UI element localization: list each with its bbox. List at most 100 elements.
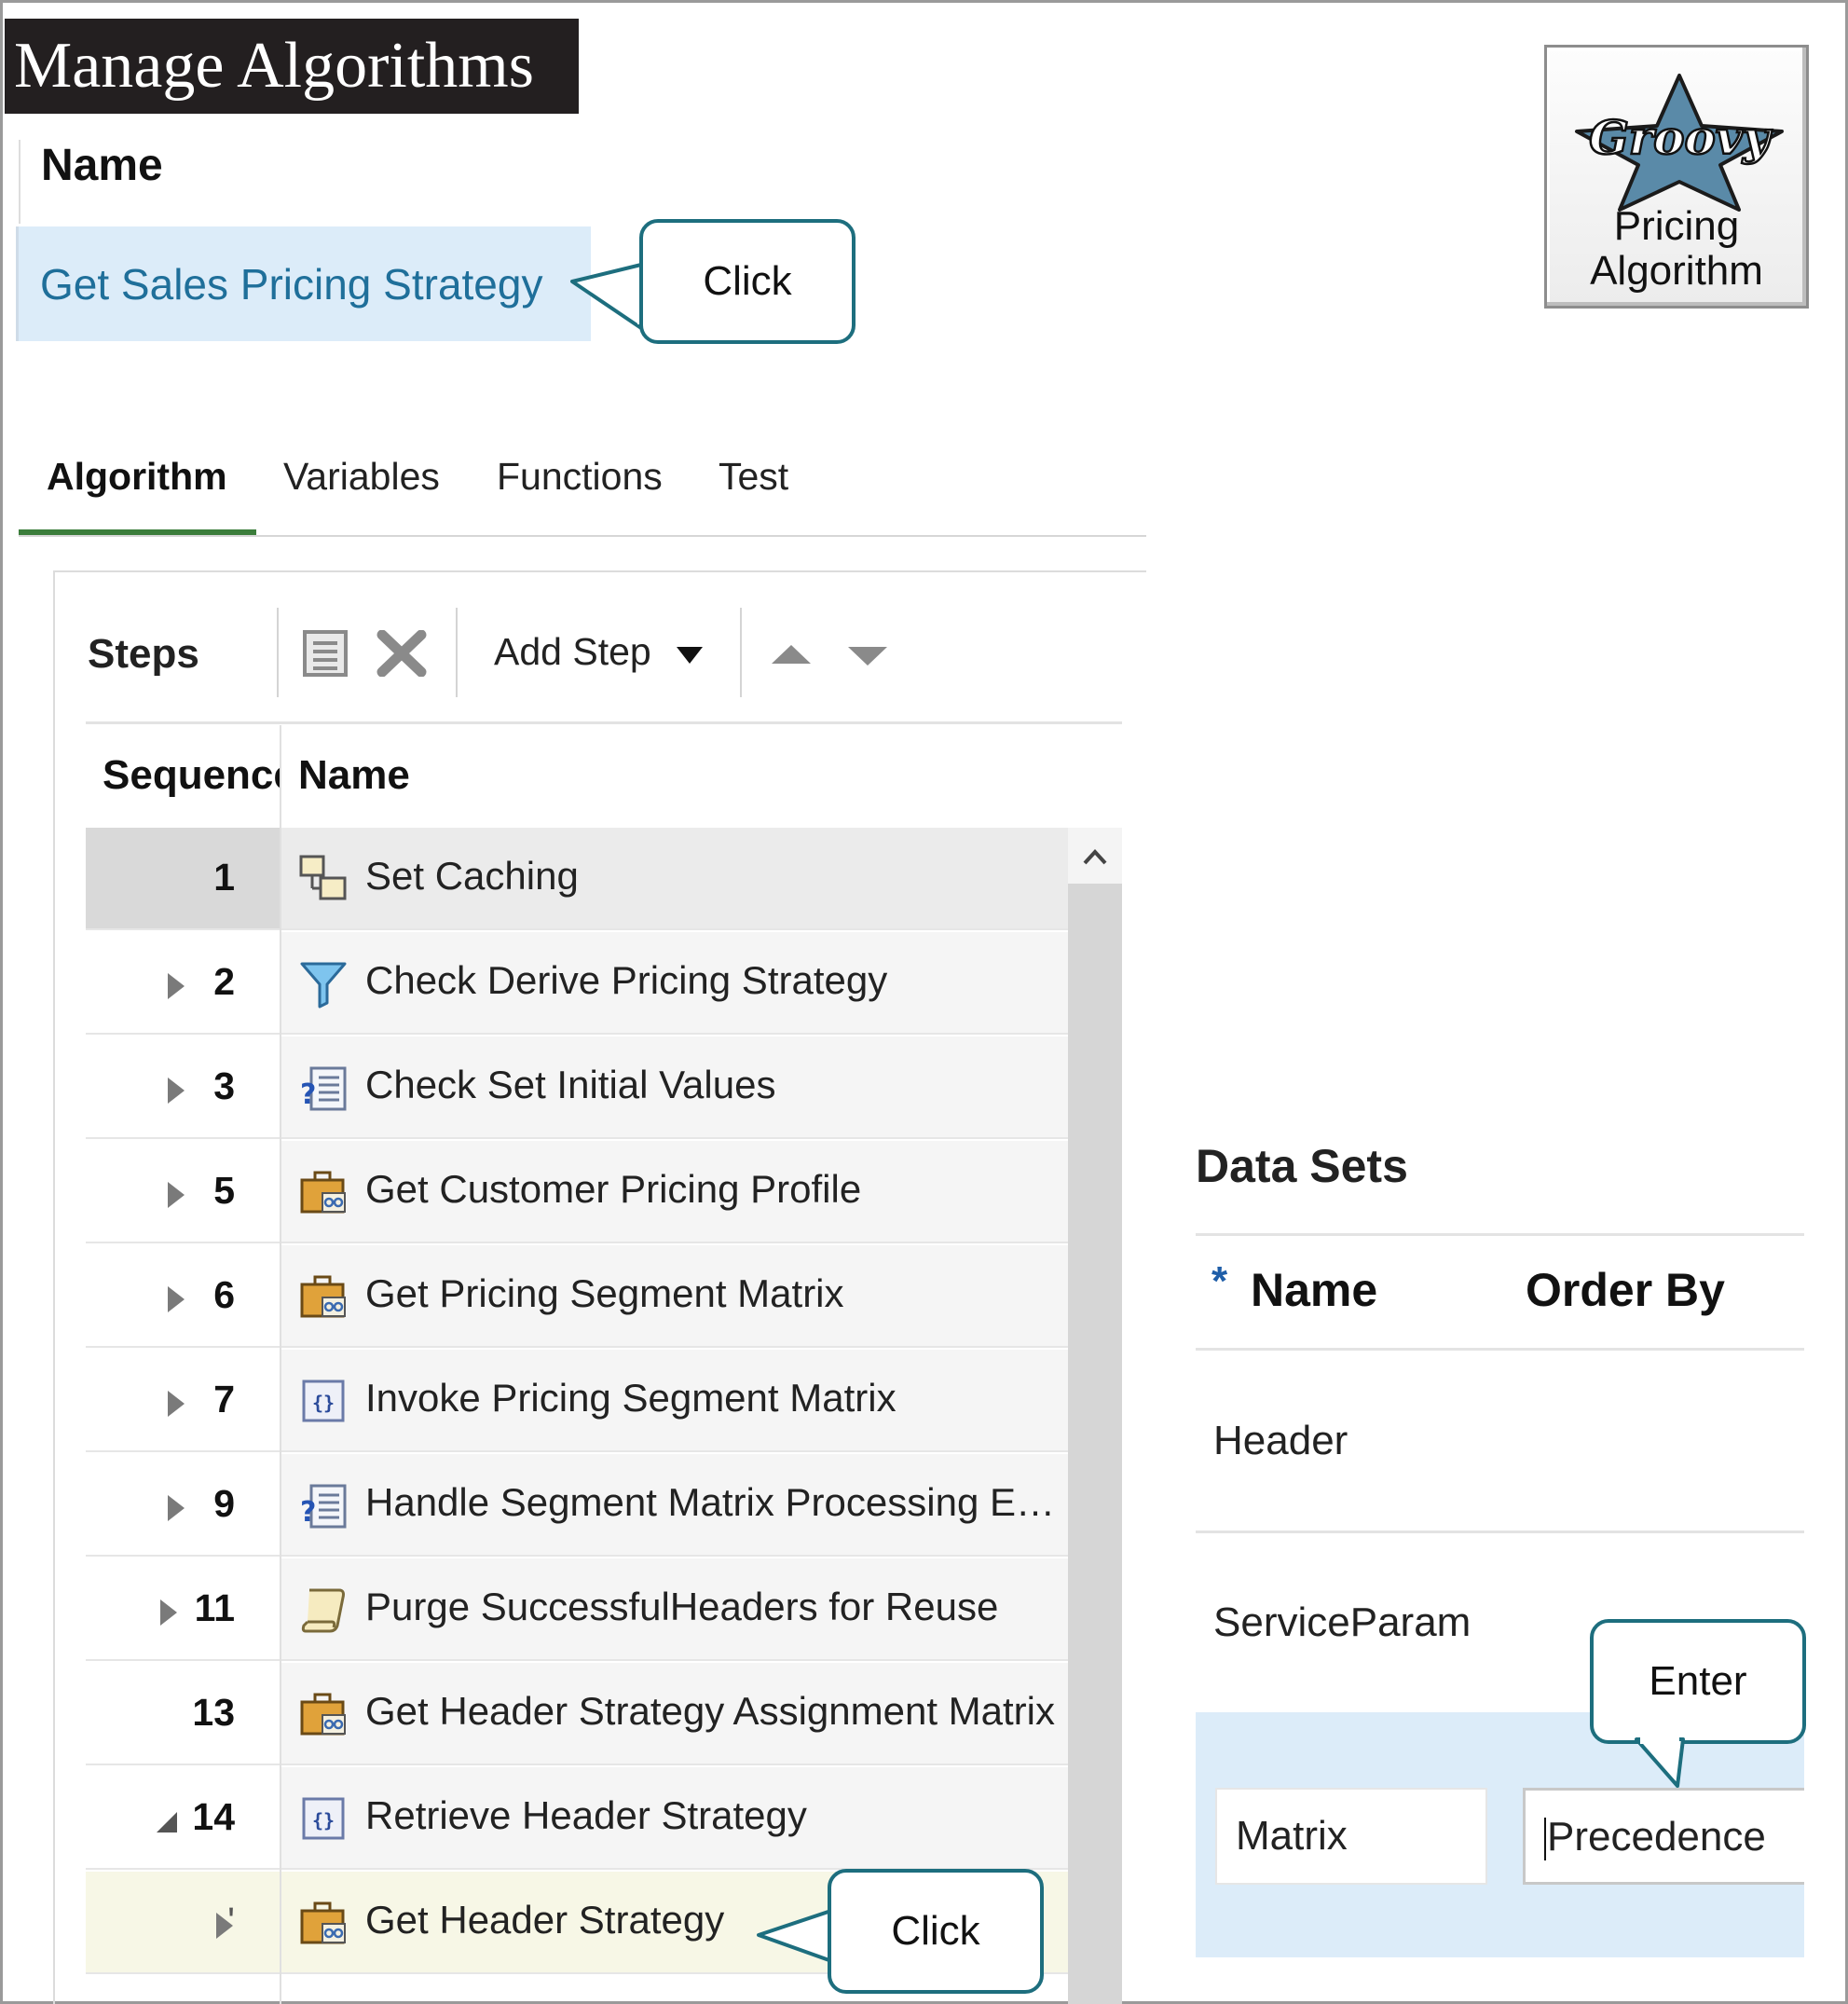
sequence-column-header[interactable]: Sequence — [103, 752, 280, 799]
add-step-menu[interactable]: Add Step — [494, 630, 705, 674]
callout-click-top: Click — [639, 219, 856, 344]
step-row[interactable]: 5 Get Customer Pricing Profile — [86, 1141, 1068, 1243]
collapse-row-icon[interactable] — [153, 1805, 183, 1838]
step-row[interactable]: 11 Purge SuccessfulHeaders for Reuse — [86, 1558, 1068, 1661]
data-sets-order-by-header[interactable]: Order By — [1526, 1263, 1725, 1317]
step-sequence: 9 — [213, 1482, 235, 1525]
data-set-name-field[interactable]: Matrix — [1215, 1788, 1487, 1885]
conditional-list-icon: ? — [298, 1480, 349, 1530]
order-by-value: Precedence — [1547, 1814, 1766, 1860]
edit-list-icon[interactable] — [302, 629, 349, 678]
step-name[interactable]: Get Customer Pricing Profile — [365, 1167, 861, 1212]
expand-row-icon[interactable] — [160, 969, 190, 1003]
badge-line-2: Algorithm — [1590, 248, 1763, 294]
algorithm-link[interactable]: Get Sales Pricing Strategy — [40, 259, 542, 309]
active-tab-indicator — [19, 529, 256, 535]
step-sequence: 7 — [213, 1378, 235, 1421]
tab-algorithm[interactable]: Algorithm — [47, 455, 227, 499]
expand-row-icon[interactable] — [160, 1387, 190, 1421]
order-by-field[interactable]: Precedence — [1523, 1788, 1804, 1885]
svg-text:?: ? — [300, 1078, 316, 1111]
conditional-list-icon: ? — [298, 1063, 349, 1113]
briefcase-icon — [298, 1898, 349, 1948]
data-sets-divider — [1196, 1348, 1804, 1351]
badge-line-1: Pricing — [1613, 203, 1740, 249]
add-step-label: Add Step — [494, 630, 651, 673]
toolbar-separator — [456, 608, 458, 697]
svg-text:?: ? — [300, 1496, 316, 1529]
step-sequence: 5 — [213, 1169, 235, 1212]
vertical-scrollbar[interactable] — [1068, 828, 1122, 2004]
steps-table-top — [86, 721, 1122, 724]
step-row[interactable]: 13 Get Header Strategy Assignment Matrix — [86, 1663, 1068, 1765]
steps-panel-border-left — [53, 570, 55, 2004]
step-sequence: 1 — [213, 856, 235, 899]
data-set-name: ServiceParam — [1213, 1599, 1472, 1645]
callout-click-bottom-text: Click — [891, 1908, 980, 1954]
expand-row-icon[interactable] — [160, 1074, 190, 1107]
step-name[interactable]: Handle Segment Matrix Processing E… — [365, 1480, 1055, 1525]
briefcase-icon — [298, 1167, 349, 1217]
step-row[interactable]: 3? Check Set Initial Values — [86, 1036, 1068, 1139]
data-sets-divider — [1196, 1233, 1804, 1236]
groovy-pricing-algorithm-badge: Groovy Pricing Algorithm — [1544, 45, 1809, 309]
step-sequence: 14 — [192, 1795, 235, 1838]
required-marker: * — [1211, 1258, 1228, 1304]
move-down-icon[interactable] — [846, 643, 889, 669]
step-name[interactable]: Check Set Initial Values — [365, 1063, 775, 1107]
step-name[interactable]: Get Header Strategy — [365, 1898, 724, 1942]
tab-test[interactable]: Test — [719, 455, 788, 499]
step-sequence: 3 — [213, 1064, 235, 1107]
step-row[interactable]: 7 {} Invoke Pricing Segment Matrix — [86, 1350, 1068, 1452]
move-up-icon[interactable] — [770, 641, 813, 667]
callout-pointer-top — [570, 263, 647, 330]
chevron-up-icon — [1083, 849, 1107, 865]
step-name[interactable]: Purge SuccessfulHeaders for Reuse — [365, 1585, 998, 1629]
step-row[interactable]: 14 {} Retrieve Header Strategy — [86, 1767, 1068, 1870]
step-row[interactable]: 2 Check Derive Pricing Strategy — [86, 932, 1068, 1035]
step-name[interactable]: Get Pricing Segment Matrix — [365, 1271, 844, 1316]
step-name[interactable]: Retrieve Header Strategy — [365, 1793, 807, 1838]
tab-functions[interactable]: Functions — [497, 455, 663, 499]
briefcase-icon — [298, 1271, 349, 1322]
scroll-icon — [298, 1585, 349, 1635]
step-name[interactable]: Check Derive Pricing Strategy — [365, 958, 887, 1003]
step-name[interactable]: Set Caching — [365, 854, 579, 899]
step-row[interactable]: 1 Set Caching — [86, 828, 1068, 930]
name-column-header: Name — [41, 141, 163, 190]
step-row[interactable]: 6 Get Pricing Segment Matrix — [86, 1245, 1068, 1348]
scroll-up-button[interactable] — [1068, 828, 1122, 884]
groovy-star-icon: Groovy — [1575, 74, 1784, 212]
step-sequence: 13 — [192, 1691, 235, 1734]
step-row[interactable]: 9? Handle Segment Matrix Processing E… — [86, 1454, 1068, 1557]
briefcase-icon — [298, 1689, 349, 1739]
badge-label: Pricing Algorithm — [1547, 204, 1806, 294]
callout-pointer-enter — [1635, 1736, 1685, 1788]
data-sets-name-header[interactable]: Name — [1251, 1263, 1377, 1317]
filter-icon — [298, 958, 349, 1009]
data-sets-divider — [1196, 1530, 1804, 1533]
toolbar-separator — [277, 608, 279, 697]
expand-row-icon[interactable] — [160, 1283, 190, 1316]
callout-enter: Enter — [1590, 1619, 1806, 1744]
expand-row-icon[interactable] — [160, 1491, 190, 1525]
svg-text:Groovy: Groovy — [1589, 110, 1773, 165]
step-sequence: 11 — [194, 1586, 235, 1629]
data-set-name: Header — [1213, 1418, 1348, 1463]
data-sets-title: Data Sets — [1196, 1140, 1408, 1192]
tab-variables[interactable]: Variables — [283, 455, 440, 499]
chevron-down-icon — [677, 647, 704, 665]
column-divider — [280, 725, 281, 2004]
step-sequence: 6 — [213, 1273, 235, 1316]
name-column-header-steps[interactable]: Name — [298, 752, 410, 799]
step-name[interactable]: Invoke Pricing Segment Matrix — [365, 1376, 897, 1421]
delete-icon[interactable] — [376, 630, 427, 677]
callout-click-bottom: Click — [828, 1869, 1044, 1994]
expand-row-icon[interactable] — [153, 1596, 183, 1629]
toolbar-separator — [740, 608, 742, 697]
step-name[interactable]: Get Header Strategy Assignment Matrix — [365, 1689, 1055, 1734]
expand-row-icon[interactable] — [160, 1178, 190, 1212]
code-block-icon: {} — [298, 1793, 349, 1844]
svg-text:{}: {} — [312, 1809, 335, 1832]
step-sequence: 2 — [213, 960, 235, 1003]
